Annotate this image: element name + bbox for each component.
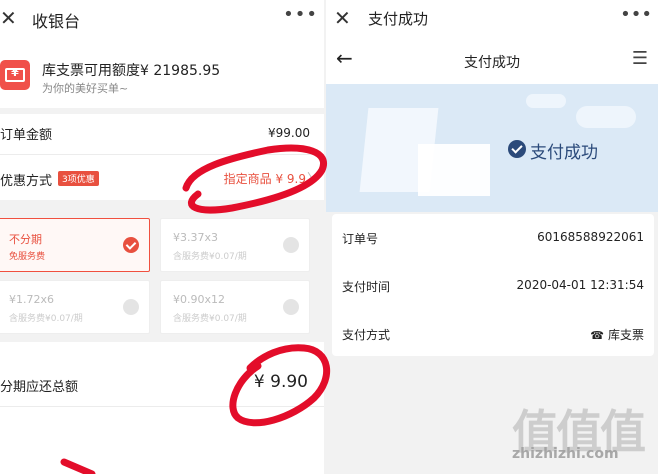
total-label: 分期应还总额: [0, 380, 79, 395]
nav-bar: ← 支付成功 ☰: [326, 36, 658, 84]
plan-option-12[interactable]: ¥0.90x12 含服务费¥0.07/期: [160, 280, 310, 334]
detail-label: 支付方式: [342, 328, 391, 342]
success-text: 支付成功: [530, 143, 598, 163]
success-banner: 支付成功: [326, 84, 658, 212]
plan-option-3[interactable]: ¥3.37x3 含服务费¥0.07/期: [160, 218, 310, 272]
discount-label: 优惠方式: [0, 174, 53, 189]
plan-title: ¥1.72x6: [9, 293, 54, 306]
success-header: ✕ 支付成功 •••: [326, 0, 658, 36]
close-icon[interactable]: ✕: [0, 6, 17, 30]
plan-option-no-installment[interactable]: 不分期 免服务费: [0, 218, 150, 272]
page-title: 支付成功: [464, 55, 520, 71]
plan-fee: 含服务费¥0.07/期: [173, 252, 247, 262]
total-value: ¥ 9.90: [253, 372, 308, 392]
menu-icon[interactable]: ☰: [632, 48, 648, 69]
window-title: 支付成功: [368, 10, 429, 28]
ticket-icon: ¥: [0, 60, 30, 90]
discount-selector[interactable]: 指定商品 ¥ 9.9: [224, 170, 306, 187]
radio-icon: [123, 299, 139, 315]
credit-limit-text: 库支票可用额度¥ 21985.95: [42, 63, 221, 79]
payment-method: ☎ 库支票: [590, 326, 644, 343]
order-number: 60168588922061: [537, 230, 644, 244]
order-details-card: 订单号 60168588922061 支付时间 2020-04-01 12:31…: [332, 214, 654, 356]
plan-fee: 含服务费¥0.07/期: [9, 314, 83, 324]
page-title: 收银台: [32, 12, 81, 31]
detail-label: 支付时间: [342, 280, 391, 294]
cloud-decoration: [526, 94, 566, 108]
order-amount-label: 订单金额: [0, 128, 53, 143]
watermark: 值值值 zhizhizhi.com: [512, 396, 656, 470]
plan-fee: 含服务费¥0.07/期: [173, 314, 247, 324]
more-icon[interactable]: •••: [283, 4, 318, 25]
credit-slogan: 为你的美好买单~: [42, 82, 129, 95]
coupon-credit-row: ¥ 库支票可用额度¥ 21985.95 为你的美好买单~: [0, 58, 324, 98]
divider: [0, 406, 324, 407]
radio-icon: [283, 237, 299, 253]
discount-count-badge: 3项优惠: [58, 171, 99, 186]
check-circle-icon: [508, 140, 526, 158]
chevron-right-icon[interactable]: 〉: [307, 168, 320, 187]
plan-title: 不分期: [9, 233, 42, 246]
payment-method-value: 库支票: [607, 328, 644, 342]
cashier-header: ✕ 收银台 •••: [0, 0, 324, 36]
cloud-decoration: [576, 106, 636, 128]
shopping-bag-icon: [418, 144, 490, 196]
phone-icon: ☎: [590, 329, 604, 342]
watermark-text: zhizhizhi.com: [512, 446, 619, 462]
plan-option-6[interactable]: ¥1.72x6 含服务费¥0.07/期: [0, 280, 150, 334]
payment-time: 2020-04-01 12:31:54: [516, 278, 644, 292]
close-icon[interactable]: ✕: [334, 6, 351, 30]
detail-label: 订单号: [342, 232, 379, 246]
plan-title: ¥0.90x12: [173, 293, 225, 306]
check-icon: [123, 237, 139, 253]
cashier-panel: ✕ 收银台 ••• ¥ 库支票可用额度¥ 21985.95 为你的美好买单~ 订…: [0, 0, 324, 474]
plan-title: ¥3.37x3: [173, 231, 218, 244]
plan-fee: 免服务费: [9, 252, 46, 262]
divider: [0, 108, 324, 114]
more-icon[interactable]: •••: [620, 4, 652, 25]
divider: [0, 154, 324, 155]
radio-icon: [283, 299, 299, 315]
order-amount-value: ¥99.00: [268, 126, 310, 140]
